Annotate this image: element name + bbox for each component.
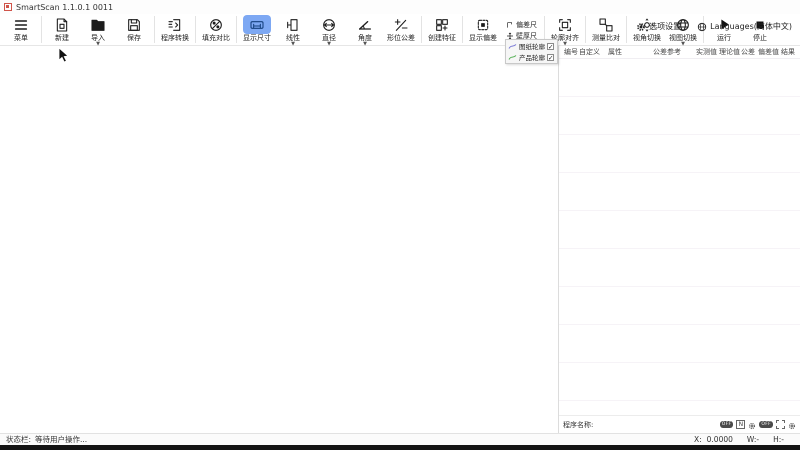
save-icon: [120, 15, 148, 34]
workspace-canvas[interactable]: [0, 46, 558, 433]
linear-icon: [279, 15, 307, 34]
status-label: 状态栏:: [6, 434, 31, 445]
drawing-contour-checkbox[interactable]: ✓: [547, 43, 554, 50]
col-header-property[interactable]: 属性: [608, 47, 653, 57]
toolbar-button-diameter[interactable]: 直径 ▼: [311, 15, 347, 46]
status-text: 等待用户操作...: [35, 434, 87, 445]
title-bar: SmartScan 1.1.0.1 0011: [0, 0, 800, 14]
status-message: 状态栏: 等待用户操作...: [6, 434, 87, 445]
col-header-measured[interactable]: 实测值: [696, 47, 719, 57]
gdt-icon: [387, 15, 415, 34]
globe-icon: [697, 22, 707, 32]
fill-contrast-icon: [202, 15, 230, 34]
toolbar-right-actions: 选项设置 Languages(简体中文): [636, 21, 792, 32]
program-name-label: 程序名称:: [563, 420, 593, 430]
toolbar-separator: [236, 16, 237, 43]
col-header-custom[interactable]: 自定义: [579, 47, 608, 57]
diameter-icon: [315, 15, 343, 34]
toolbar-separator: [41, 16, 42, 43]
import-folder-icon: [84, 15, 112, 34]
x-coordinate-label: X:: [694, 435, 702, 444]
capture-frame-icon[interactable]: [776, 420, 785, 429]
toolbar-separator: [462, 16, 463, 43]
smartscan-window: SmartScan 1.1.0.1 0011 菜单 新建 导入 ▼ 保存 程序转…: [0, 0, 800, 450]
dropdown-caret-icon: ▼: [681, 42, 685, 46]
dropdown-caret-icon: ▼: [563, 42, 567, 46]
toolbar-button-menu[interactable]: 菜单: [3, 15, 39, 42]
bottom-black-strip: [0, 445, 800, 450]
mouse-cursor: [58, 48, 70, 64]
toolbar-button-show-dimension[interactable]: 显示尺寸: [239, 15, 275, 42]
n-mode-box[interactable]: N: [736, 420, 745, 429]
settings-gear-icon-small-2[interactable]: [788, 415, 796, 434]
toolbar-separator: [195, 16, 196, 43]
col-header-nominal[interactable]: 理论值: [719, 47, 741, 57]
toolbar-button-measure-compare[interactable]: 测量比对: [588, 15, 624, 42]
contour-align-icon: [551, 15, 579, 34]
show-dimension-icon: [243, 15, 271, 34]
col-header-tolerance-ref[interactable]: 公差参考: [653, 47, 696, 57]
results-table-body[interactable]: [559, 59, 800, 415]
toolbar-separator: [626, 16, 627, 43]
col-header-result[interactable]: 结果: [781, 47, 799, 57]
legend-item-product-contour[interactable]: 产品轮廓 ✓: [508, 52, 555, 62]
toggle-off-badge-1[interactable]: OFF: [720, 421, 734, 428]
app-icon: [4, 3, 12, 11]
x-coordinate-value: 0.0000: [707, 435, 733, 444]
toolbar-separator: [154, 16, 155, 43]
toolbar-button-program-convert[interactable]: 程序转换: [157, 15, 193, 42]
options-settings-button[interactable]: 选项设置: [636, 21, 681, 32]
toolbar-button-import[interactable]: 导入 ▼: [80, 15, 116, 46]
contour-legend: 图纸轮廓 ✓ 产品轮廓 ✓: [505, 39, 558, 64]
results-panel: 编号 自定义 属性 公差参考 实测值 理论值 公差 偏差值 结果 程序名称: O…: [558, 46, 800, 433]
toolbar-button-new[interactable]: 新建: [44, 15, 80, 42]
main-area: 编号 自定义 属性 公差参考 实测值 理论值 公差 偏差值 结果 程序名称: O…: [0, 46, 800, 433]
panel-toggle-icons: OFF N OFF: [720, 415, 796, 434]
program-convert-icon: [161, 15, 189, 34]
new-file-icon: [48, 15, 76, 34]
width-readout: W:-: [747, 435, 759, 444]
gear-icon: [636, 22, 646, 32]
language-switcher[interactable]: Languages(简体中文): [697, 21, 792, 32]
deviation-ruler-icon: [506, 21, 514, 29]
product-contour-line-icon: [508, 54, 517, 61]
status-bar: 状态栏: 等待用户操作... X: 0.0000 W:- H:-: [0, 433, 800, 445]
toolbar-button-angle[interactable]: 角度 ▼: [347, 15, 383, 46]
toolbar-button-create-feature[interactable]: 创建特征: [424, 15, 460, 42]
col-header-number[interactable]: 编号: [564, 47, 579, 57]
window-title: SmartScan 1.1.0.1 0011: [16, 3, 113, 12]
toolbar-button-gdt[interactable]: 形位公差: [383, 15, 419, 42]
results-table-header: 编号 自定义 属性 公差参考 实测值 理论值 公差 偏差值 结果: [559, 46, 800, 59]
show-deviation-icon: [469, 15, 497, 34]
toolbar-button-show-deviation[interactable]: 显示偏差: [465, 15, 501, 42]
legend-item-drawing-contour[interactable]: 图纸轮廓 ✓: [508, 41, 555, 51]
angle-icon: [351, 15, 379, 34]
product-contour-checkbox[interactable]: ✓: [547, 54, 554, 61]
toolbar-separator: [585, 16, 586, 43]
measure-compare-icon: [592, 15, 620, 34]
col-header-tolerance[interactable]: 公差: [741, 47, 758, 57]
height-readout: H:-: [773, 435, 784, 444]
col-header-deviation[interactable]: 偏差值: [758, 47, 781, 57]
toggle-off-badge-2[interactable]: OFF: [759, 421, 773, 428]
menu-icon: [7, 15, 35, 34]
toolbar-separator: [421, 16, 422, 43]
settings-gear-icon-small-1[interactable]: [748, 415, 756, 434]
toolbar: 菜单 新建 导入 ▼ 保存 程序转换 填充对比 显示尺寸: [0, 14, 800, 46]
create-feature-icon: [428, 15, 456, 34]
toolbar-button-save[interactable]: 保存: [116, 15, 152, 42]
drawing-contour-line-icon: [508, 43, 517, 50]
program-name-bar: 程序名称: OFF N OFF: [559, 415, 800, 433]
toolbar-button-linear[interactable]: 线性 ▼: [275, 15, 311, 46]
toolbar-button-fill-contrast[interactable]: 填充对比: [198, 15, 234, 42]
coordinate-readout: X: 0.0000 W:- H:-: [694, 435, 784, 444]
deviation-ruler-button[interactable]: 偏差尺: [506, 21, 537, 29]
